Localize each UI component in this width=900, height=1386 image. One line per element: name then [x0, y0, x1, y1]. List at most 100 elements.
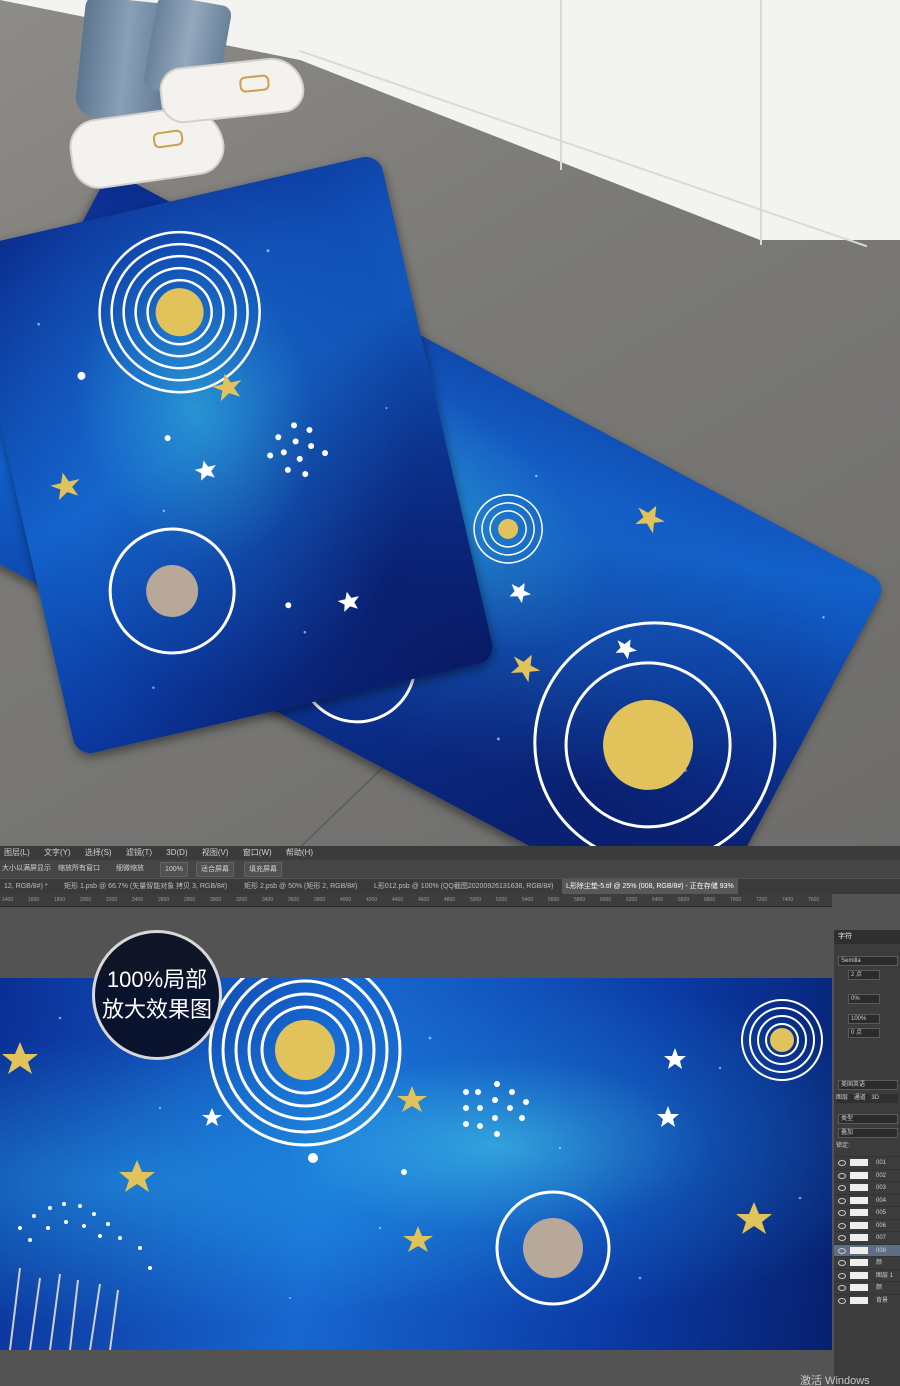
layer-row[interactable]: 002 [834, 1168, 900, 1182]
layer-thumbnail [850, 1209, 868, 1216]
zoom-all-windows-checkbox[interactable]: 缩放所有窗口 [58, 860, 100, 878]
panel-tab-label[interactable]: 字符 [838, 933, 852, 940]
product-photo [0, 0, 900, 846]
ruler-tick-label: 1400 [2, 897, 14, 903]
visibility-eye-icon[interactable] [838, 1172, 846, 1179]
visibility-eye-icon[interactable] [838, 1297, 846, 1304]
layer-row[interactable]: 背景 [834, 1293, 900, 1307]
layer-row[interactable]: 颜 [834, 1256, 900, 1269]
menu-item[interactable]: 帮助(H) [286, 848, 313, 857]
menu-item[interactable]: 3D(D) [166, 848, 187, 857]
ruler-tick-label: 2800 [184, 897, 196, 903]
doc-tab[interactable]: 12, RGB/8#) * [0, 879, 52, 894]
layer-row[interactable]: 005 [834, 1206, 900, 1219]
layer-name: 背景 [876, 1297, 889, 1304]
ruler-tick-label: 6800 [704, 897, 716, 903]
visibility-eye-icon[interactable] [838, 1285, 846, 1291]
ruler-tick-label: 3200 [236, 897, 248, 903]
doc-tab[interactable]: 矩形 2.psb @ 50% (矩形 2, RGB/8#) [240, 879, 361, 894]
ruler-tick-label: 6200 [626, 897, 638, 903]
layer-row[interactable]: 图层 1 [834, 1268, 900, 1282]
doc-tab[interactable]: L形012.psb @ 100% (QQ截图20200926131638, RG… [370, 879, 558, 894]
visibility-eye-icon[interactable] [838, 1247, 846, 1254]
character-layers-panel: 字符 Semilla 2 点 0% 100% 0 点 美国英语 图层 通道 3D… [834, 930, 900, 1386]
fit-screen-button[interactable]: 适合屏幕 [196, 862, 234, 877]
layer-thumbnail [850, 1296, 868, 1304]
layer-row[interactable]: 007 [834, 1231, 900, 1244]
ruler-tick-label: 2600 [158, 897, 170, 903]
layer-row[interactable]: 001 [834, 1156, 900, 1169]
menu-item[interactable]: 图层(L) [4, 848, 30, 857]
layer-name: 颜 [876, 1260, 883, 1266]
ruler-tick-label: 2200 [106, 897, 118, 903]
visibility-eye-icon[interactable] [838, 1272, 846, 1279]
menu-item[interactable]: 选择(S) [85, 848, 112, 857]
ruler-tick-label: 7600 [808, 897, 820, 903]
layer-name: 003 [876, 1185, 887, 1191]
panel-header: 字符 [834, 930, 900, 944]
badge-line-1: 100%局部 [106, 967, 208, 992]
ruler-tick-label: 5600 [548, 897, 560, 903]
tab-3d[interactable]: 3D [871, 1095, 879, 1101]
layer-name: 颜 [876, 1285, 883, 1291]
visibility-eye-icon[interactable] [838, 1235, 846, 1241]
layer-row[interactable]: 003 [834, 1181, 900, 1194]
language-select[interactable]: 美国英语 [838, 1080, 898, 1090]
ruler-tick-label: 5400 [522, 897, 534, 903]
baseline-shift-field[interactable]: 0 点 [848, 1028, 880, 1038]
visibility-eye-icon[interactable] [838, 1197, 846, 1204]
product-composite-image: 图层(L) 文字(Y) 选择(S) 滤镜(T) 3D(D) 视图(V) 窗口(W… [0, 0, 900, 1386]
layer-name: 006 [876, 1222, 887, 1229]
layer-row[interactable]: 004 [834, 1193, 900, 1207]
resize-window-checkbox-label[interactable]: 大小以满屏显示 [2, 860, 51, 878]
visibility-eye-icon[interactable] [838, 1185, 846, 1191]
vertical-scale-field[interactable]: 100% [848, 1014, 880, 1024]
ruler-tick-label: 6400 [652, 897, 664, 903]
blend-mode-select[interactable]: 叠加 [838, 1128, 898, 1138]
ruler-tick-label: 5000 [470, 897, 482, 903]
menu-item[interactable]: 视图(V) [202, 848, 229, 857]
tracking-field[interactable]: 0% [848, 994, 880, 1004]
tab-layers[interactable]: 图层 [836, 1095, 848, 1101]
short-kitchen-mat [0, 153, 496, 757]
layers-tabs: 图层 通道 3D [836, 1094, 898, 1103]
doc-tab[interactable]: 矩形 1.psb @ 66.7% (矢量智能对象 拷贝 3, RGB/8#) [60, 879, 231, 894]
menu-item[interactable]: 滤镜(T) [126, 848, 152, 857]
menu-item[interactable]: 窗口(W) [243, 848, 272, 857]
layer-name: 001 [876, 1160, 887, 1166]
layer-thumbnail [850, 1234, 868, 1241]
doc-tab-active[interactable]: L形除尘垫-5.tif @ 25% (008, RGB/8#) - 正在存储 9… [562, 879, 738, 894]
ruler-tick-label: 7200 [756, 897, 768, 903]
visibility-eye-icon[interactable] [838, 1160, 846, 1166]
layer-name: 008 [876, 1247, 887, 1254]
visibility-eye-icon[interactable] [838, 1210, 846, 1216]
font-size-field[interactable]: 2 点 [848, 970, 880, 980]
zoom-badge: 100%局部 放大效果图 [92, 930, 222, 1060]
ruler-tick-label: 6600 [678, 897, 690, 903]
options-bar: 大小以满屏显示 缩放所有窗口 细微缩放 100% 适合屏幕 填充屏幕 [0, 860, 900, 878]
ruler-tick-label: 4200 [366, 897, 378, 903]
layer-row[interactable]: 006 [834, 1218, 900, 1232]
visibility-eye-icon[interactable] [838, 1260, 846, 1266]
layer-thumbnail [850, 1184, 868, 1191]
tab-channels[interactable]: 通道 [854, 1095, 866, 1101]
layer-kind-filter[interactable]: 类型 [838, 1114, 898, 1124]
layer-row[interactable]: 颜 [834, 1281, 900, 1294]
ruler-tick-label: 5800 [574, 897, 586, 903]
layer-row[interactable]: 008 [834, 1243, 900, 1257]
layer-name: 005 [876, 1210, 887, 1216]
visibility-eye-icon[interactable] [838, 1222, 846, 1229]
layer-thumbnail [850, 1259, 868, 1266]
ruler-tick-label: 3800 [314, 897, 326, 903]
menu-item[interactable]: 文字(Y) [44, 848, 71, 857]
document-tabs: 12, RGB/8#) * 矩形 1.psb @ 66.7% (矢量智能对象 拷… [0, 879, 900, 894]
ruler-tick-label: 6000 [600, 897, 612, 903]
ruler-tick-label: 7400 [782, 897, 794, 903]
font-family-select[interactable]: Semilla [838, 956, 898, 966]
layer-thumbnail [850, 1196, 868, 1204]
layer-thumbnail [850, 1246, 868, 1254]
layer-thumbnail [850, 1159, 868, 1166]
zoom-100-button[interactable]: 100% [160, 862, 188, 877]
scrubby-zoom-checkbox[interactable]: 细微缩放 [116, 860, 144, 878]
fill-screen-button[interactable]: 填充屏幕 [244, 862, 282, 877]
